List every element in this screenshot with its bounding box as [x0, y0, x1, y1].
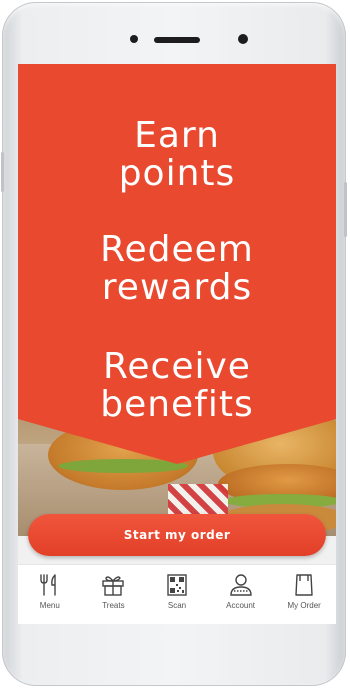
headline-earn-line1: Earn: [134, 115, 220, 156]
app-screen: Earn points Redeem rewards Receive benef…: [18, 64, 336, 624]
qr-code-icon: [167, 574, 187, 596]
headline-redeem-line1: Redeem: [100, 229, 254, 270]
nav-label-account: Account: [226, 601, 256, 610]
volume-button: [1, 152, 4, 192]
nav-item-treats[interactable]: Treats: [82, 565, 146, 624]
start-order-button[interactable]: Start my order: [28, 514, 326, 556]
nav-item-scan[interactable]: Scan: [145, 565, 209, 624]
headline-receive-line1: Receive: [103, 346, 251, 387]
fork-knife-icon: [40, 574, 56, 596]
hero-image: Earn points Redeem rewards Receive benef…: [18, 64, 336, 536]
promo-banner: Earn points Redeem rewards Receive benef…: [18, 64, 336, 464]
nav-label-scan: Scan: [167, 601, 187, 610]
headline-receive-line2: benefits: [100, 384, 254, 425]
earpiece-speaker: [154, 37, 200, 43]
headline-earn-line2: points: [118, 153, 236, 194]
person-icon: [229, 574, 252, 596]
headline-earn: Earn points: [18, 117, 336, 193]
phone-frame: Earn points Redeem rewards Receive benef…: [1, 2, 347, 686]
nav-item-menu[interactable]: Menu: [18, 565, 82, 624]
gift-icon: [102, 576, 125, 596]
nav-label-treats: Treats: [102, 601, 125, 610]
headline-receive: Receive benefits: [18, 348, 336, 424]
headline-redeem-line2: rewards: [101, 267, 253, 308]
bottom-nav: Menu Treats Scan Account My Order: [18, 564, 336, 624]
nav-label-menu: Menu: [39, 601, 60, 610]
sensor-dot: [130, 35, 138, 43]
nav-label-my-order: My Order: [287, 601, 321, 610]
nav-item-my-order[interactable]: My Order: [272, 565, 336, 624]
headline-redeem: Redeem rewards: [18, 231, 336, 307]
power-button: [344, 182, 347, 237]
bag-icon: [295, 574, 313, 596]
front-camera: [238, 34, 248, 44]
nav-item-account[interactable]: Account: [209, 565, 273, 624]
